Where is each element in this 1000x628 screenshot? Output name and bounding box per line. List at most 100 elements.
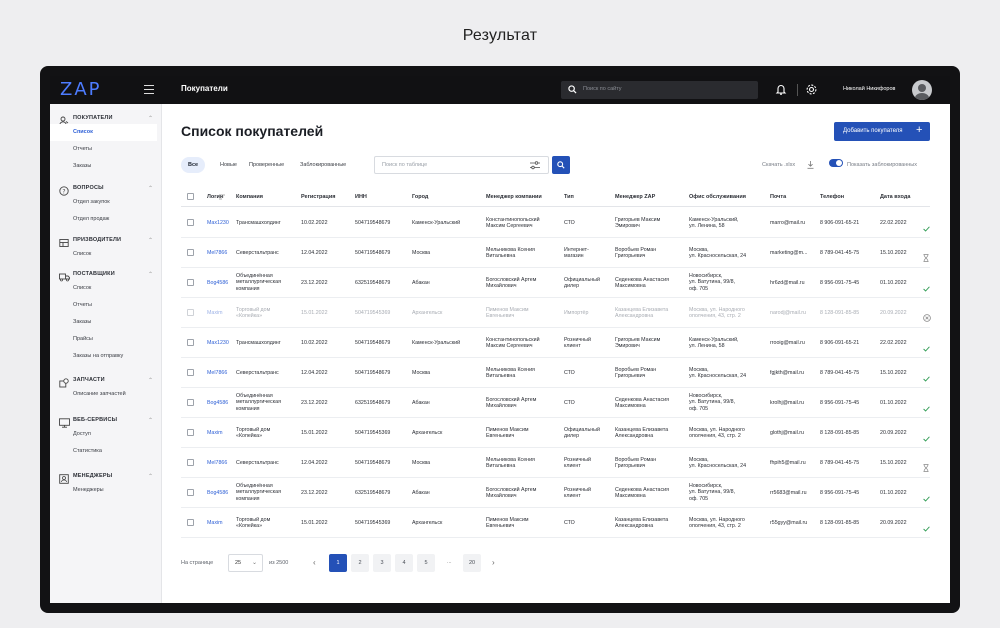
filter-settings-icon[interactable]: [530, 161, 540, 170]
table-row[interactable]: Mel7866 Северстальтранс 12.04.2022 50471954…: [181, 358, 930, 388]
sidebar-item[interactable]: Доступ: [50, 426, 162, 443]
show-blocked-toggle[interactable]: [829, 159, 843, 167]
next-page-icon[interactable]: ›: [492, 558, 495, 567]
cell-login[interactable]: Maxim: [207, 310, 223, 316]
user-name[interactable]: Николай Никифоров: [843, 86, 895, 92]
table-row[interactable]: Bog4586 Объединённая металлургическая компа…: [181, 388, 930, 418]
sort-icon[interactable]: [219, 194, 225, 200]
sidebar-item[interactable]: Список: [50, 124, 157, 141]
sidebar-item[interactable]: Список: [50, 246, 162, 263]
add-customer-button[interactable]: Добавить покупателя +: [834, 122, 930, 141]
table-row[interactable]: Maxim Торговый дом «Копейка» 15.01.2022 5047…: [181, 508, 930, 538]
cell-zap: Александровна: [615, 433, 654, 440]
cell-company: Северстальтранс: [236, 460, 279, 466]
chevron-up-icon[interactable]: ⌃: [148, 115, 153, 122]
status-indicator: [923, 249, 929, 267]
sidebar-section-header[interactable]: ВЕБ-СЕРВИСЫ ⌃: [50, 414, 162, 428]
menu-icon[interactable]: [144, 85, 154, 94]
cell-type: СТО: [564, 400, 575, 406]
cell-zap: Эмирович: [615, 343, 640, 350]
table-row[interactable]: Bog4586 Объединённая металлургическая компа…: [181, 268, 930, 298]
zap-logo[interactable]: ZAP: [60, 79, 102, 100]
table-row[interactable]: Mel7866 Северстальтранс 12.04.2022 50471954…: [181, 448, 930, 478]
chevron-up-icon[interactable]: ⌃: [148, 185, 153, 192]
row-checkbox[interactable]: [187, 459, 194, 466]
row-checkbox[interactable]: [187, 279, 194, 286]
chevron-up-icon[interactable]: ⌃: [148, 417, 153, 424]
chevron-up-icon[interactable]: ⌃: [148, 271, 153, 278]
page-4[interactable]: 4: [395, 554, 413, 572]
download-xlsx-link[interactable]: Скачать .xlsx: [762, 162, 795, 168]
filter-all[interactable]: Все: [181, 157, 206, 173]
sidebar-item[interactable]: Отчеты: [50, 141, 162, 158]
row-checkbox[interactable]: [187, 339, 194, 346]
sidebar-item[interactable]: Прайсы: [50, 331, 162, 348]
row-checkbox[interactable]: [187, 399, 194, 406]
table-row[interactable]: Maxim Торговый дом «Копейка» 15.01.2022 5047…: [181, 298, 931, 328]
cell-login[interactable]: Bog4586: [207, 280, 228, 286]
row-checkbox[interactable]: [187, 219, 194, 226]
cell-manager: Витальевна: [486, 253, 516, 260]
sidebar-section-header[interactable]: ПРИЗВОДИТЕЛИ ⌃: [50, 234, 162, 247]
page-3[interactable]: 3: [373, 554, 391, 572]
table-search-input[interactable]: Поиск по таблице: [374, 156, 549, 174]
bell-icon[interactable]: [775, 83, 787, 96]
avatar[interactable]: [912, 80, 932, 100]
select-all-checkbox[interactable]: [187, 193, 194, 200]
cell-login[interactable]: Bog4586: [207, 490, 228, 496]
site-search[interactable]: Поиск по сайту: [561, 81, 758, 99]
top-bar: ZAP Покупатели Поиск по сайту Николай Ни…: [50, 76, 950, 104]
page-2[interactable]: 2: [351, 554, 369, 572]
download-icon[interactable]: [807, 161, 814, 169]
prev-page-icon[interactable]: ‹: [313, 558, 316, 567]
cell-email: rr5683@mail.ru: [770, 490, 807, 496]
sidebar-section-header[interactable]: ПОКУПАТЕЛИ ⌃: [50, 112, 162, 126]
cell-login[interactable]: Mel7866: [207, 460, 227, 466]
filter-blocked[interactable]: Заблокированные: [300, 157, 346, 173]
row-checkbox[interactable]: [187, 519, 194, 526]
sidebar-section-header[interactable]: МЕНЕДЖЕРЫ ⌃: [50, 470, 162, 484]
sidebar-section-header[interactable]: ? ВОПРОСЫ ⌃: [50, 182, 162, 196]
sidebar-item[interactable]: Заказы на отправку: [50, 348, 162, 365]
row-checkbox[interactable]: [187, 309, 194, 316]
table-row[interactable]: Maxim Торговый дом «Копейка» 15.01.2022 5047…: [181, 418, 930, 448]
cell-login[interactable]: Mel7866: [207, 370, 227, 376]
page-last[interactable]: 20: [463, 554, 481, 572]
sidebar-item[interactable]: Менеджеры: [50, 482, 162, 499]
sidebar-item[interactable]: Заказы: [50, 158, 162, 175]
chevron-up-icon[interactable]: ⌃: [148, 237, 153, 244]
page-5[interactable]: 5: [417, 554, 435, 572]
cell-login[interactable]: Maxim: [207, 520, 223, 526]
row-checkbox[interactable]: [187, 429, 194, 436]
sidebar-item[interactable]: Отдел закупок: [50, 194, 162, 211]
sidebar-section-header[interactable]: ЗАПЧАСТИ ⌃: [50, 374, 162, 388]
cell-login[interactable]: Maxim: [207, 430, 223, 436]
cell-login[interactable]: Max1230: [207, 340, 229, 346]
sidebar-item[interactable]: Отчеты: [50, 297, 162, 314]
cell-login[interactable]: Mel7866: [207, 250, 227, 256]
sidebar-item[interactable]: Статистика: [50, 443, 162, 460]
sidebar-section-header[interactable]: ПОСТАВЩИКИ ⌃: [50, 268, 162, 282]
table-row[interactable]: Max1230 Трансмашхолдинг 10.02.2022 50471954…: [181, 208, 930, 238]
row-checkbox[interactable]: [187, 249, 194, 256]
table-search-button[interactable]: [552, 156, 570, 174]
cell-login[interactable]: Max1230: [207, 220, 229, 226]
table-row[interactable]: Mel7866 Северстальтранс 12.04.2022 50471954…: [181, 238, 930, 268]
sidebar-item[interactable]: Список: [50, 280, 162, 297]
sidebar-item[interactable]: Описание запчастей: [50, 386, 162, 403]
sidebar-item[interactable]: Заказы: [50, 314, 162, 331]
chevron-up-icon[interactable]: ⌃: [148, 473, 153, 480]
chevron-up-icon[interactable]: ⌃: [148, 377, 153, 384]
per-page-select[interactable]: 25 ⌄: [228, 554, 263, 572]
cell-manager: Максим Сергеевич: [486, 343, 533, 350]
filter-verified[interactable]: Проверенные: [249, 157, 284, 173]
row-checkbox[interactable]: [187, 369, 194, 376]
sidebar-item[interactable]: Отдел продаж: [50, 211, 162, 228]
filter-new[interactable]: Новые: [220, 157, 237, 173]
table-row[interactable]: Max1230 Трансмашхолдинг 10.02.2022 50471954…: [181, 328, 930, 358]
gear-icon[interactable]: [805, 83, 818, 96]
row-checkbox[interactable]: [187, 489, 194, 496]
table-row[interactable]: Bog4586 Объединённая металлургическая компа…: [181, 478, 930, 508]
page-1[interactable]: 1: [329, 554, 347, 572]
cell-login[interactable]: Bog4586: [207, 400, 228, 406]
